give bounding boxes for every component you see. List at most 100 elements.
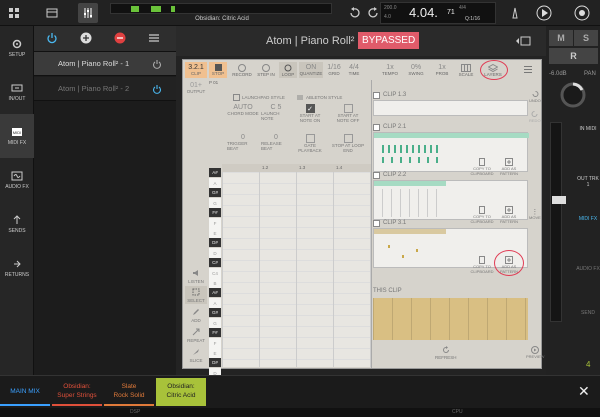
piano-key[interactable]: D# — [209, 238, 221, 247]
this-clip-preview[interactable] — [373, 298, 528, 340]
prob-selector[interactable]: 1x PROB — [431, 62, 453, 78]
send-label[interactable]: SEND — [576, 310, 600, 316]
clip-checkbox[interactable] — [373, 171, 380, 179]
release-beat-selector[interactable]: 0 RELEASE BEAT — [261, 134, 291, 151]
step-in-button[interactable]: STEP IN — [255, 62, 277, 78]
add-plugin-button[interactable] — [80, 32, 92, 46]
solo-button[interactable]: S — [574, 30, 598, 46]
nav-sends[interactable]: SENDS — [0, 202, 34, 246]
time-selector[interactable]: 4/4 TIME — [345, 62, 363, 78]
mute-button[interactable]: M — [549, 30, 573, 46]
copy-to-clipboard-button[interactable]: COPY TO CLIPBOARD — [469, 206, 495, 224]
add-as-pattern-button[interactable]: ADD AS PATTERN — [497, 206, 521, 224]
play-button[interactable] — [534, 3, 554, 23]
hamburger-menu-icon[interactable] — [523, 65, 533, 74]
undo-arrow-icon[interactable] — [344, 3, 364, 23]
audio-fx-label[interactable]: AUDIO FX — [576, 266, 600, 272]
remove-plugin-button[interactable] — [114, 32, 126, 46]
preview-button[interactable]: PREVIEW — [526, 346, 544, 359]
clip-checkbox[interactable] — [373, 91, 380, 99]
nav-setup[interactable]: SETUP — [0, 26, 34, 70]
output-selector[interactable]: 01+ OUTPUT — [185, 82, 207, 96]
pan-knob[interactable] — [558, 80, 588, 110]
piano-key[interactable]: G# — [209, 188, 221, 197]
gate-playback-toggle[interactable]: GATE PLAYBACK — [293, 134, 327, 153]
piano-key[interactable]: G# — [209, 308, 221, 317]
power-icon[interactable] — [46, 32, 58, 46]
copy-to-clipboard-button[interactable]: COPY TO CLIPBOARD — [469, 158, 495, 176]
volume-fader-handle[interactable] — [552, 196, 566, 204]
redo-button[interactable]: REDO — [529, 110, 541, 123]
piano-key[interactable]: F# — [209, 208, 221, 217]
bypassed-badge[interactable]: BYPASSED — [358, 32, 420, 49]
mixer-icon[interactable] — [78, 3, 98, 23]
in-midi-label[interactable]: IN MIDI — [576, 126, 600, 132]
clip-1-3[interactable]: CLIP 1.3 — [373, 90, 528, 116]
loop-button[interactable]: LOOP — [279, 62, 297, 78]
track-tab[interactable]: MAIN MIX — [0, 378, 50, 406]
note-grid[interactable] — [222, 172, 372, 367]
quantize-setting: Q:1/16 — [465, 16, 481, 22]
browser-icon[interactable] — [42, 3, 62, 23]
ableton-style-option[interactable]: ABLETON STYLE — [297, 94, 342, 101]
close-icon[interactable]: ✕ — [578, 383, 590, 400]
track-tab[interactable]: Obsidian: Citric Acid — [156, 378, 206, 406]
stop-button[interactable]: STOP — [209, 62, 227, 78]
timeline-ruler[interactable]: 1.2 1.3 1.4 — [222, 164, 372, 172]
trigger-beat-selector[interactable]: 0 TRIGGER BEAT — [227, 134, 259, 151]
start-at-note-off-toggle[interactable]: START AT NOTE OFF — [331, 104, 365, 123]
stop-at-loop-end-toggle[interactable]: STOP AT LOOP END — [331, 134, 365, 153]
clip-checkbox[interactable] — [373, 123, 380, 131]
tempo-selector[interactable]: 1x TEMPO — [379, 62, 401, 78]
launchpad-style-option[interactable]: LAUNCHPAD STYLE — [233, 94, 285, 101]
piano-key[interactable]: A# — [209, 288, 221, 297]
output-value: 01+ — [190, 82, 202, 89]
nav-returns[interactable]: RETURNS — [0, 246, 34, 290]
grid-selector[interactable]: 1/16 GRID — [325, 62, 343, 78]
launch-note-selector[interactable]: C 5 LAUNCH NOTE — [261, 104, 291, 121]
refresh-button[interactable]: REFRESH — [435, 346, 457, 360]
undo-button[interactable]: UNDO — [529, 90, 541, 103]
clip-checkbox[interactable] — [373, 219, 380, 227]
select-tool[interactable]: SELECT — [185, 286, 207, 304]
record-button[interactable]: RECORD — [231, 62, 253, 78]
piano-key[interactable]: F# — [209, 328, 221, 337]
copy-to-clipboard-button[interactable]: COPY TO CLIPBOARD — [469, 256, 495, 274]
add-tool[interactable]: ADD — [185, 308, 207, 323]
repeat-tool[interactable]: REPEAT — [185, 328, 207, 343]
clip-selector[interactable]: 3.2.1 CLIP — [185, 62, 207, 78]
record-button[interactable] — [572, 3, 592, 23]
power-icon[interactable] — [152, 59, 162, 69]
add-as-pattern-button[interactable]: ADD AS PATTERN — [497, 158, 521, 176]
record-arm-button[interactable]: R — [549, 48, 598, 64]
nav-midi-fx[interactable]: MIDI MIDI FX — [0, 114, 34, 158]
start-at-note-on-toggle[interactable]: ✓ START AT NOTE ON — [293, 104, 327, 123]
midi-fx-label[interactable]: MIDI FX — [576, 216, 600, 222]
plugin-slot-2[interactable]: Atom | Piano Roll² - 2 — [34, 77, 176, 101]
current-clip-name: Obsidian: Citric Acid — [195, 16, 249, 22]
hamburger-menu-icon[interactable] — [148, 33, 160, 45]
piano-key[interactable]: C# — [209, 258, 221, 267]
piano-key[interactable]: D# — [209, 358, 221, 367]
nav-audio-fx[interactable]: AUDIO FX — [0, 158, 34, 202]
collapse-window-icon[interactable] — [512, 35, 532, 47]
track-tab[interactable]: Obsidian: Super Strings — [52, 378, 102, 406]
menu-grid-icon[interactable] — [4, 3, 24, 23]
nav-in-out[interactable]: IN/OUT — [0, 70, 34, 114]
transport-display[interactable]: 200.0 4.0 4.04. 71 4/4 Q:1/16 — [380, 2, 496, 24]
out-track-label[interactable]: OUT TRK 1 — [576, 176, 600, 188]
slice-tool[interactable]: SLICE — [185, 348, 207, 363]
power-icon[interactable] — [152, 84, 162, 94]
listen-tool[interactable]: LISTEN — [185, 269, 207, 284]
chord-mode-selector[interactable]: AUTO CHORD MODE — [227, 104, 259, 116]
swing-selector[interactable]: 0% SWING — [405, 62, 427, 78]
track-tab[interactable]: Slate Rock Solid — [104, 378, 154, 406]
metronome-icon[interactable] — [505, 3, 525, 23]
track-overview-strip[interactable]: Obsidian: Citric Acid — [110, 3, 332, 22]
quantize-toggle[interactable]: ON QUANTIZE — [299, 62, 323, 78]
plugin-slot-1[interactable]: Atom | Piano Roll² - 1 — [34, 52, 176, 76]
move-handle[interactable]: ⋮ MOVE — [529, 209, 541, 220]
scale-button[interactable]: SCALE — [455, 62, 477, 78]
piano-key[interactable]: A# — [209, 168, 221, 177]
dsp-label: DSP — [130, 409, 141, 415]
